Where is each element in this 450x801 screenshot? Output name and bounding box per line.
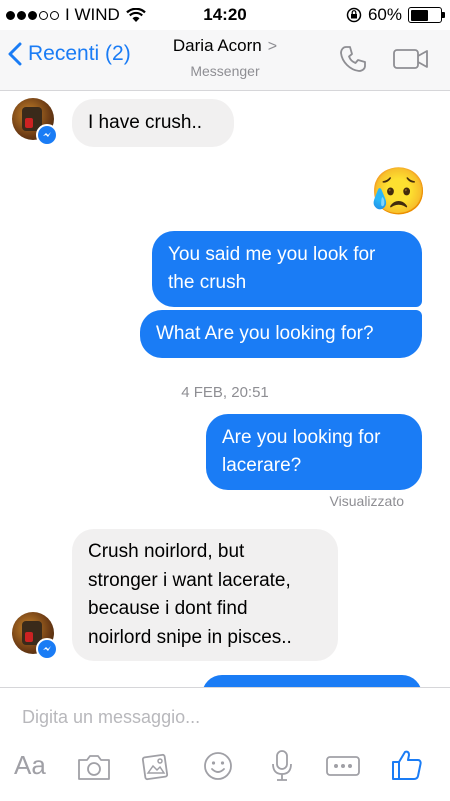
message-bubble-outgoing[interactable]: Are you looking for lacerare? bbox=[206, 414, 422, 490]
rotation-lock-icon bbox=[346, 7, 362, 23]
text-format-icon[interactable]: Aa bbox=[14, 750, 46, 781]
contact-avatar[interactable] bbox=[12, 98, 58, 146]
contact-name: Daria Acorn bbox=[172, 36, 262, 55]
battery-percent: 60% bbox=[367, 5, 402, 24]
camera-icon[interactable] bbox=[76, 752, 112, 782]
contact-avatar[interactable] bbox=[12, 612, 58, 660]
message-line: lacerare? bbox=[222, 455, 302, 476]
like-icon[interactable] bbox=[390, 748, 424, 782]
seen-indicator: Visualizzato bbox=[329, 493, 404, 509]
more-icon[interactable] bbox=[325, 754, 361, 778]
message-input[interactable]: Digita un messaggio... bbox=[22, 707, 200, 728]
video-camera-icon[interactable] bbox=[392, 46, 430, 72]
message-line: stronger i want lacerate, bbox=[88, 569, 291, 591]
message-line: because i dont find bbox=[88, 598, 248, 619]
emoji-message[interactable]: 😥 bbox=[370, 164, 427, 218]
message-timestamp: 4 FEB, 20:51 bbox=[181, 384, 269, 401]
message-line: noirlord snipe in pisces.. bbox=[88, 626, 292, 648]
message-line: the crush bbox=[168, 272, 247, 293]
message-line: Are you looking for bbox=[222, 427, 381, 448]
message-line: You said me you look for bbox=[168, 244, 376, 265]
gallery-icon[interactable] bbox=[140, 750, 172, 782]
message-bubble-outgoing[interactable]: What Are you looking for? bbox=[140, 310, 422, 358]
message-bubble-incoming[interactable]: I have crush.. bbox=[72, 99, 234, 147]
emoji-icon[interactable] bbox=[202, 750, 234, 782]
battery-icon bbox=[408, 7, 445, 23]
message-bubble-incoming[interactable]: Crush noirlord, but stronger i want lace… bbox=[72, 529, 338, 661]
phone-icon[interactable] bbox=[338, 44, 368, 74]
message-bubble-outgoing[interactable]: You said me you look for the crush bbox=[152, 231, 422, 307]
chevron-right-icon: > bbox=[267, 38, 278, 55]
messenger-badge-icon bbox=[36, 124, 58, 146]
conversation-header: Recenti (2) Daria Acorn > Messenger bbox=[0, 30, 450, 91]
message-composer: Digita un messaggio... Aa bbox=[0, 687, 450, 801]
messenger-badge-icon bbox=[36, 638, 58, 660]
microphone-icon[interactable] bbox=[270, 748, 294, 784]
status-bar: I WIND 14:20 60% bbox=[0, 0, 450, 30]
message-line: Crush noirlord, but bbox=[88, 541, 245, 562]
